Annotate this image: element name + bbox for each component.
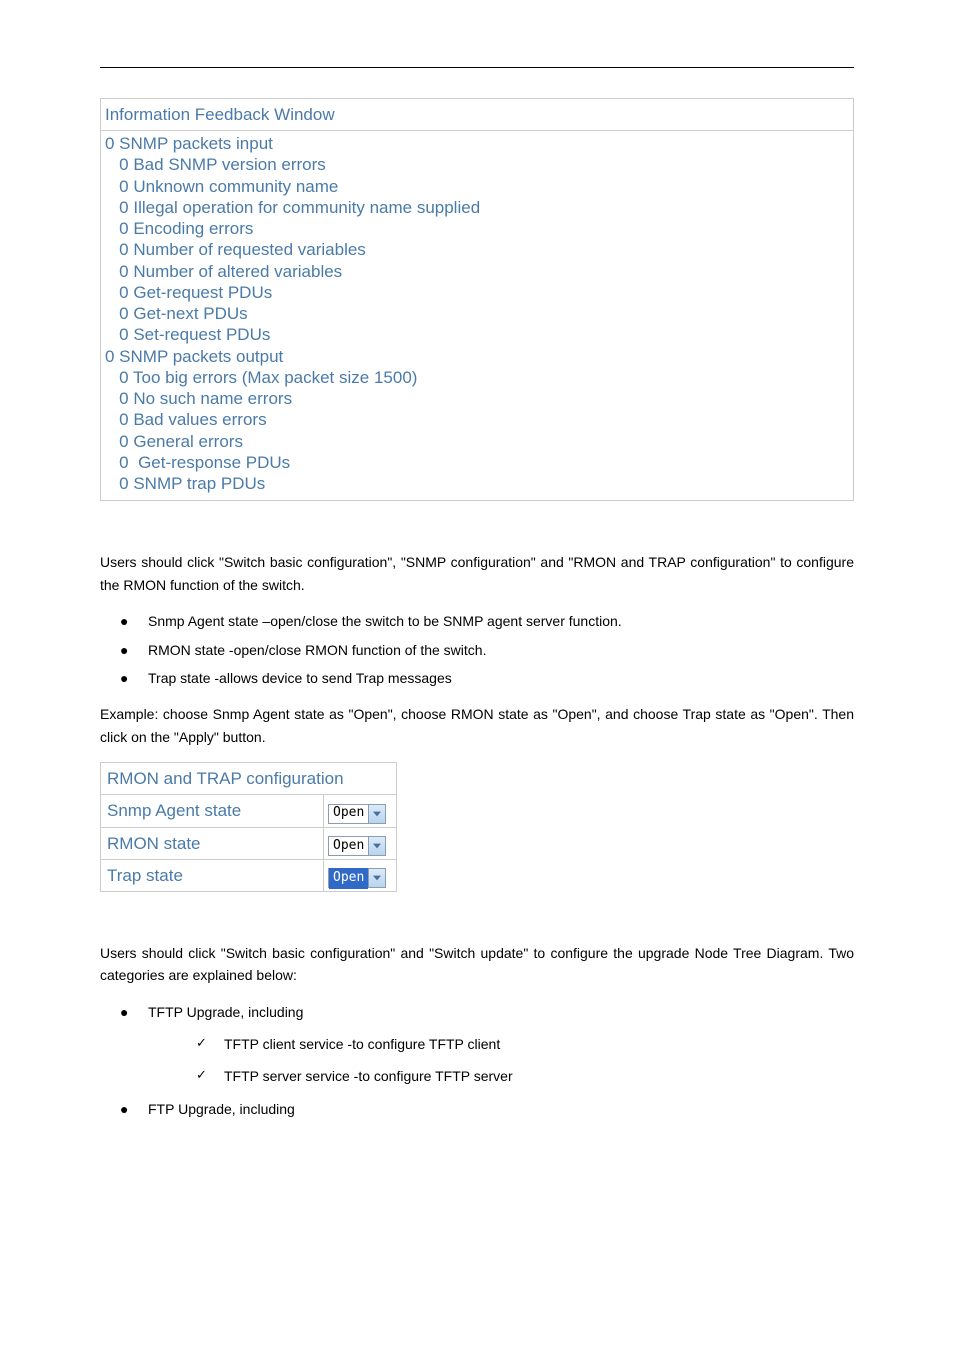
check-item: TFTP client service -to configure TFTP c… — [196, 1033, 854, 1055]
chevron-down-icon — [368, 837, 385, 855]
info-line: 0 Get-response PDUs — [105, 452, 849, 473]
select-value: Open — [329, 836, 368, 857]
select-value: Open — [329, 803, 368, 824]
info-line: 0 Encoding errors — [105, 218, 849, 239]
top-rule — [100, 67, 854, 68]
info-title: Information Feedback Window — [101, 99, 853, 131]
check-item: TFTP server service -to configure TFTP s… — [196, 1065, 854, 1087]
cfg-label: Trap state — [101, 859, 324, 891]
rmon-trap-config-table: RMON and TRAP configuration Snmp Agent s… — [100, 762, 397, 892]
trap-state-select[interactable]: Open — [328, 868, 386, 888]
info-line: 0 Number of requested variables — [105, 239, 849, 260]
paragraph-example: Example: choose Snmp Agent state as "Ope… — [100, 703, 854, 748]
info-line: 0 Number of altered variables — [105, 261, 849, 282]
info-line: 0 Bad values errors — [105, 409, 849, 430]
chevron-down-icon — [368, 805, 385, 823]
info-line: 0 Illegal operation for community name s… — [105, 197, 849, 218]
table-row: Snmp Agent state Open — [101, 795, 397, 827]
bullet-item: FTP Upgrade, including — [120, 1098, 854, 1120]
info-line: 0 Unknown community name — [105, 176, 849, 197]
snmp-agent-state-select[interactable]: Open — [328, 804, 386, 824]
table-row: Trap state Open — [101, 859, 397, 891]
table-row: RMON state Open — [101, 827, 397, 859]
check-list: TFTP client service -to configure TFTP c… — [148, 1033, 854, 1088]
info-line: 0 SNMP packets input — [105, 133, 849, 154]
info-line: 0 Too big errors (Max packet size 1500) — [105, 367, 849, 388]
info-line: 0 SNMP packets output — [105, 346, 849, 367]
chevron-down-icon — [368, 869, 385, 887]
info-line: 0 No such name errors — [105, 388, 849, 409]
bullet-list-1: Snmp Agent state –open/close the switch … — [100, 610, 854, 689]
info-line: 0 Get-next PDUs — [105, 303, 849, 324]
bullet-item: TFTP Upgrade, including TFTP client serv… — [120, 1001, 854, 1088]
info-feedback-window: Information Feedback Window 0 SNMP packe… — [100, 98, 854, 501]
info-line: 0 Bad SNMP version errors — [105, 154, 849, 175]
info-line: 0 General errors — [105, 431, 849, 452]
info-line: 0 Get-request PDUs — [105, 282, 849, 303]
bullet-text: FTP Upgrade, including — [148, 1101, 295, 1117]
select-value: Open — [329, 868, 368, 889]
info-line: 0 Set-request PDUs — [105, 324, 849, 345]
cfg-label: Snmp Agent state — [101, 795, 324, 827]
paragraph-rmon-intro: Users should click "Switch basic configu… — [100, 551, 854, 596]
rmon-state-select[interactable]: Open — [328, 836, 386, 856]
info-line: 0 SNMP trap PDUs — [105, 473, 849, 494]
bullet-text: TFTP Upgrade, including — [148, 1004, 303, 1020]
bullet-item: Trap state -allows device to send Trap m… — [120, 667, 854, 689]
bullet-list-2: TFTP Upgrade, including TFTP client serv… — [100, 1001, 854, 1121]
bullet-item: Snmp Agent state –open/close the switch … — [120, 610, 854, 632]
bullet-item: RMON state -open/close RMON function of … — [120, 639, 854, 661]
paragraph-switch-update: Users should click "Switch basic configu… — [100, 942, 854, 987]
cfg-label: RMON state — [101, 827, 324, 859]
info-body: 0 SNMP packets input 0 Bad SNMP version … — [101, 131, 853, 500]
cfg-title: RMON and TRAP configuration — [101, 763, 397, 795]
